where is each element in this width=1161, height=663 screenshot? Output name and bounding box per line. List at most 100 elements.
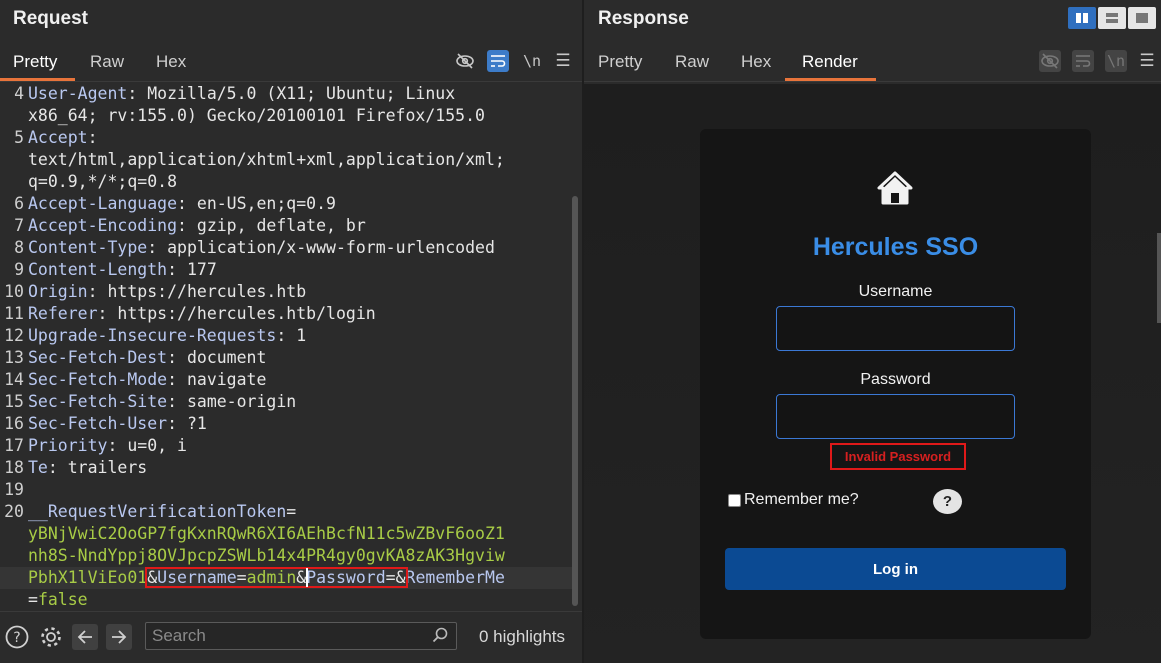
layout-tabs-icon[interactable]	[1128, 7, 1156, 29]
code-token: : document	[167, 348, 267, 367]
line-content: yBNjVwiC2OoGP7fgKxnRQwR6XI6AEhBcfN11c5wZ…	[28, 523, 572, 545]
code-token: : Mozilla/5.0 (X11; Ubuntu; Linux	[127, 84, 456, 103]
line-content: Sec-Fetch-Site: same-origin	[28, 391, 572, 413]
code-token: : application/x-www-form-urlencoded	[147, 238, 495, 257]
code-token: : https://hercules.htb/login	[97, 304, 376, 323]
code-token: nh8S-NndYppj8OVJpcpZSWLb14x4PR4gy0gvKA8z…	[28, 546, 505, 565]
code-token: __RequestVerificationToken	[28, 502, 287, 521]
search-input[interactable]	[152, 626, 422, 646]
highlights-count: 0 highlights	[479, 627, 566, 646]
response-title: Response	[598, 8, 689, 29]
line-number: 11	[4, 304, 24, 323]
code-token: Accept-Encoding	[28, 216, 178, 235]
line-number	[0, 149, 28, 171]
line-content: q=0.9,*/*;q=0.8	[28, 171, 572, 193]
line-content: Accept:	[28, 127, 572, 149]
layout-side-by-side-icon[interactable]	[1068, 7, 1096, 29]
newline-icon: \n	[1105, 50, 1127, 72]
password-field[interactable]	[777, 395, 1014, 438]
code-token: text/html,application/xhtml+xml,applicat…	[28, 150, 505, 169]
code-line: 14 Sec-Fetch-Mode: navigate	[0, 369, 572, 391]
line-number: 16	[4, 414, 24, 433]
tab-hex[interactable]: Hex	[741, 52, 771, 82]
line-content: Content-Type: application/x-www-form-url…	[28, 237, 572, 259]
wrap-lines-icon[interactable]	[487, 50, 509, 72]
code-token: =	[28, 590, 38, 609]
password-field-box	[776, 394, 1015, 439]
response-scrollbar[interactable]	[1157, 233, 1161, 323]
line-content: =false	[28, 589, 572, 611]
active-tab-underline	[785, 78, 876, 81]
help-button[interactable]: ?	[933, 489, 962, 514]
tab-hex[interactable]: Hex	[156, 52, 186, 82]
newline-icon[interactable]: \n	[521, 50, 543, 72]
hide-eye-icon[interactable]	[454, 50, 476, 72]
code-token: Accept	[28, 128, 88, 147]
line-content: Accept-Encoding: gzip, deflate, br	[28, 215, 572, 237]
line-content	[28, 479, 572, 501]
line-number: 17	[4, 436, 24, 455]
line-number	[0, 523, 28, 545]
request-editor[interactable]: 4 User-Agent: Mozilla/5.0 (X11; Ubuntu; L…	[0, 83, 572, 611]
line-number: 18	[4, 458, 24, 477]
line-number: 20	[4, 502, 24, 521]
svg-text:?: ?	[13, 630, 20, 646]
highlight-box	[145, 567, 408, 588]
code-line: 15 Sec-Fetch-Site: same-origin	[0, 391, 572, 413]
hide-eye-icon	[1039, 50, 1061, 72]
line-number	[0, 589, 28, 611]
code-token: : en-US,en;q=0.9	[177, 194, 336, 213]
line-content: text/html,application/xhtml+xml,applicat…	[28, 149, 572, 171]
code-token: Priority	[28, 436, 108, 455]
code-line: 18 Te: trailers	[0, 457, 572, 479]
tab-pretty[interactable]: Pretty	[598, 52, 642, 82]
line-number: 4	[14, 84, 24, 103]
layout-stacked-icon[interactable]	[1098, 7, 1126, 29]
remember-me-checkbox[interactable]	[728, 493, 741, 507]
code-token: : u=0, i	[107, 436, 187, 455]
code-token: =	[286, 502, 297, 521]
menu-icon[interactable]: ☰	[552, 50, 574, 72]
code-line: q=0.9,*/*;q=0.8	[0, 171, 572, 193]
code-line: 10 Origin: https://hercules.htb	[0, 281, 572, 303]
line-number: 13	[4, 348, 24, 367]
code-token: Upgrade-Insecure-Requests	[28, 326, 277, 345]
help-circle-icon[interactable]: ?	[4, 624, 30, 650]
code-token: RememberMe	[405, 568, 505, 587]
code-token: q=0.9,*/*;q=0.8	[28, 172, 178, 191]
code-token: Origin	[28, 282, 88, 301]
line-content: __RequestVerificationToken=	[28, 501, 572, 523]
search-icon[interactable]	[432, 627, 448, 647]
menu-icon[interactable]: ☰	[1136, 50, 1158, 72]
search-box	[145, 622, 457, 650]
username-field[interactable]	[777, 307, 1014, 350]
tab-raw[interactable]: Raw	[675, 52, 709, 82]
code-line: 4 User-Agent: Mozilla/5.0 (X11; Ubuntu; L…	[0, 83, 572, 105]
tab-raw[interactable]: Raw	[90, 52, 124, 82]
response-panel: Response Pretty Raw Hex Render \n ☰ Herc…	[584, 0, 1161, 663]
line-content: Sec-Fetch-Dest: document	[28, 347, 572, 369]
request-title: Request	[13, 8, 88, 29]
line-number	[0, 171, 28, 193]
code-token: : gzip, deflate, br	[177, 216, 366, 235]
code-line: 13 Sec-Fetch-Dest: document	[0, 347, 572, 369]
forward-arrow-icon[interactable]	[106, 624, 132, 650]
code-line: 9 Content-Length: 177	[0, 259, 572, 281]
response-tabs: Pretty Raw Hex Render \n ☰	[584, 42, 1161, 82]
login-button[interactable]: Log in	[725, 548, 1066, 590]
line-content: Accept-Language: en-US,en;q=0.9	[28, 193, 572, 215]
code-line: yBNjVwiC2OoGP7fgKxnRQwR6XI6AEhBcfN11c5wZ…	[0, 523, 572, 545]
request-panel: Request Pretty Raw Hex \n ☰ 4 User-Agent:…	[0, 0, 582, 663]
line-number	[0, 105, 28, 127]
line-number	[0, 567, 28, 589]
line-content: Sec-Fetch-Mode: navigate	[28, 369, 572, 391]
code-token: Sec-Fetch-Site	[28, 392, 168, 411]
username-field-box	[776, 306, 1015, 351]
password-label: Password	[860, 371, 931, 388]
settings-gear-icon[interactable]	[38, 624, 64, 650]
remember-me-label: Remember me?	[744, 491, 859, 508]
line-content: Referer: https://hercules.htb/login	[28, 303, 572, 325]
request-scrollbar[interactable]	[572, 196, 578, 606]
code-token: : 1	[276, 326, 307, 345]
back-arrow-icon[interactable]	[72, 624, 98, 650]
